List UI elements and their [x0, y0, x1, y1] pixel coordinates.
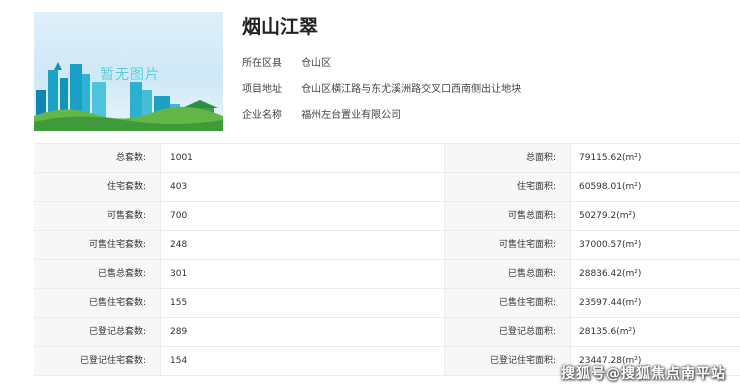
info-value: 仓山区横江路与东尤溪洲路交叉口西南侧出让地块	[301, 84, 522, 95]
stat-label: 可售住宅套数:	[34, 231, 161, 259]
stat-label: 住宅面积:	[445, 173, 571, 201]
table-row: 已售住宅套数: 155 已售住宅面积: 23597.44(m²)	[34, 289, 740, 318]
table-row: 已售总套数: 301 已售总面积: 28836.42(m²)	[34, 260, 740, 289]
info-address: 项目地址 仓山区横江路与东尤溪洲路交叉口西南侧出让地块	[242, 80, 521, 95]
info-label: 企业名称	[242, 110, 282, 121]
info-label: 项目地址	[242, 84, 282, 95]
stat-value: 700	[161, 202, 445, 230]
stat-label: 可售套数:	[34, 202, 161, 230]
stat-value: 28836.42(m²)	[579, 269, 642, 279]
stat-value: 60598.01(m²)	[579, 182, 642, 192]
stat-label: 已售总套数:	[34, 260, 161, 288]
info-district: 所在区县 仓山区	[242, 54, 331, 69]
stat-label: 已售住宅套数:	[34, 289, 161, 317]
stat-value: 23597.44(m²)	[579, 298, 642, 308]
table-row: 可售套数: 700 可售总面积: 50279.2(m²)	[34, 202, 740, 231]
stat-label: 总面积:	[445, 144, 571, 172]
stat-label: 已登记住宅面积:	[445, 347, 571, 375]
info-value: 仓山区	[301, 58, 332, 69]
table-row: 已登记总套数: 289 已登记总面积: 28135.6(m²)	[34, 318, 740, 347]
project-header: 暂无图片 烟山江翠 所在区县 仓山区 项目地址 仓山区横江路与东尤溪洲路交叉口西…	[0, 0, 740, 140]
stat-value: 154	[161, 347, 445, 375]
stat-value: 301	[161, 260, 445, 288]
stat-label: 总套数:	[34, 144, 161, 172]
stat-value: 37000.57(m²)	[579, 240, 642, 250]
info-label: 所在区县	[242, 58, 282, 69]
stat-value: 28135.6(m²)	[579, 327, 636, 337]
table-row: 住宅套数: 403 住宅面积: 60598.01(m²)	[34, 173, 740, 202]
no-image-label: 暂无图片	[100, 67, 160, 83]
stat-label: 已登记总面积:	[445, 318, 571, 346]
stat-value: 248	[161, 231, 445, 259]
stat-label: 已售总面积:	[445, 260, 571, 288]
stat-value: 1001	[161, 144, 445, 172]
source-watermark: 搜狐号@搜狐焦点南平站	[561, 366, 726, 382]
stats-table: 总套数: 1001 总面积: 79115.62(m²) 住宅套数: 403 住宅…	[34, 143, 740, 376]
stat-label: 住宅套数:	[34, 173, 161, 201]
stat-label: 已登记住宅套数:	[34, 347, 161, 375]
page-title: 烟山江翠	[242, 16, 319, 38]
stat-label: 已登记总套数:	[34, 318, 161, 346]
stat-label: 可售住宅面积:	[445, 231, 571, 259]
stat-label: 可售总面积:	[445, 202, 571, 230]
table-row: 总套数: 1001 总面积: 79115.62(m²)	[34, 144, 740, 173]
stat-value: 155	[161, 289, 445, 317]
stat-value: 50279.2(m²)	[579, 211, 636, 221]
info-company: 企业名称 福州左台置业有限公司	[242, 106, 401, 121]
stat-value: 289	[161, 318, 445, 346]
stat-value: 403	[161, 173, 445, 201]
stat-value: 79115.62(m²)	[579, 153, 642, 163]
info-value: 福州左台置业有限公司	[301, 110, 402, 121]
table-row: 可售住宅套数: 248 可售住宅面积: 37000.57(m²)	[34, 231, 740, 260]
project-image-placeholder: 暂无图片	[34, 12, 223, 131]
stat-label: 已售住宅面积:	[445, 289, 571, 317]
